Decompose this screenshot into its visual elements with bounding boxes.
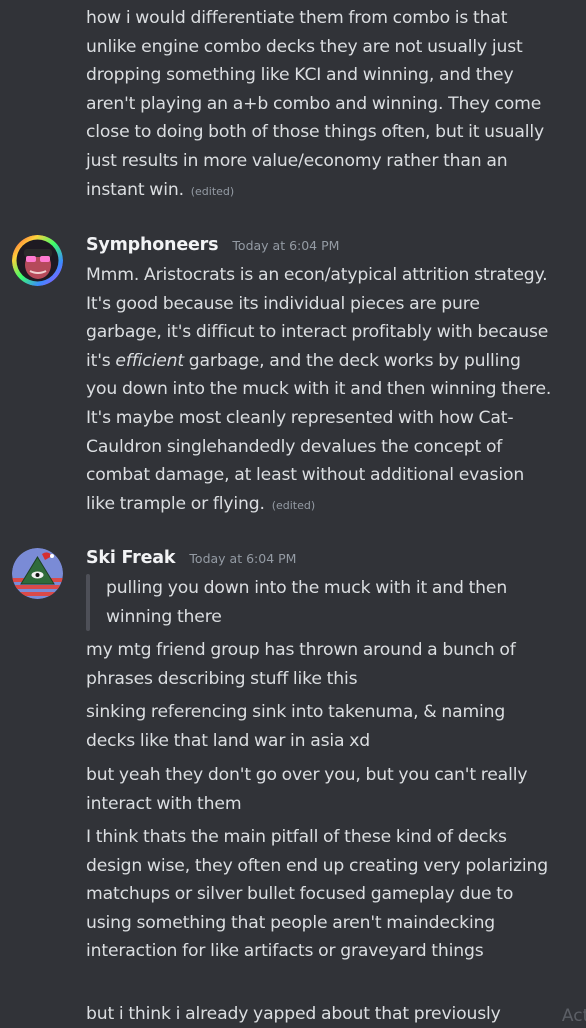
message-line: but i think i already yapped about that … — [86, 1004, 501, 1024]
message-line: but yeah they don't go over you, but you… — [86, 765, 528, 814]
message-line: sinking referencing sink into takenuma, … — [86, 702, 506, 751]
timestamp[interactable]: Today at 6:04 PM — [232, 238, 339, 253]
avatar-symphoneers-icon[interactable] — [12, 235, 63, 286]
avatar-ski-freak-icon[interactable] — [12, 548, 63, 599]
edited-label: (edited) — [271, 498, 316, 512]
message-header: Ski Freak Today at 6:04 PM — [86, 548, 296, 574]
chat-messages: how i would differentiate them from comb… — [0, 0, 586, 1028]
username[interactable]: Symphoneers — [86, 235, 219, 255]
timestamp[interactable]: Today at 6:04 PM — [189, 551, 296, 566]
edited-label: (edited) — [190, 184, 235, 198]
username[interactable]: Ski Freak — [86, 548, 176, 568]
italic-text: efficient — [115, 350, 184, 371]
message-line: I think thats the main pitfall of these … — [86, 827, 549, 962]
message-text: garbage, and the deck works by pulling y… — [86, 350, 552, 514]
block-quote: pulling you down into the muck with it a… — [86, 574, 526, 632]
message-line: my mtg friend group has thrown around a … — [86, 640, 516, 689]
quote-bar — [86, 574, 90, 632]
message-body: Mmm. Aristocrats is an econ/atypical att… — [86, 261, 556, 520]
quote-text: pulling you down into the muck with it a… — [106, 578, 508, 627]
message-header: Symphoneers Today at 6:04 PM — [86, 235, 339, 261]
message-continuation: how i would differentiate them from comb… — [86, 4, 556, 206]
overlay-partial-text: Acti — [561, 1006, 586, 1026]
message-text: how i would differentiate them from comb… — [86, 8, 545, 200]
